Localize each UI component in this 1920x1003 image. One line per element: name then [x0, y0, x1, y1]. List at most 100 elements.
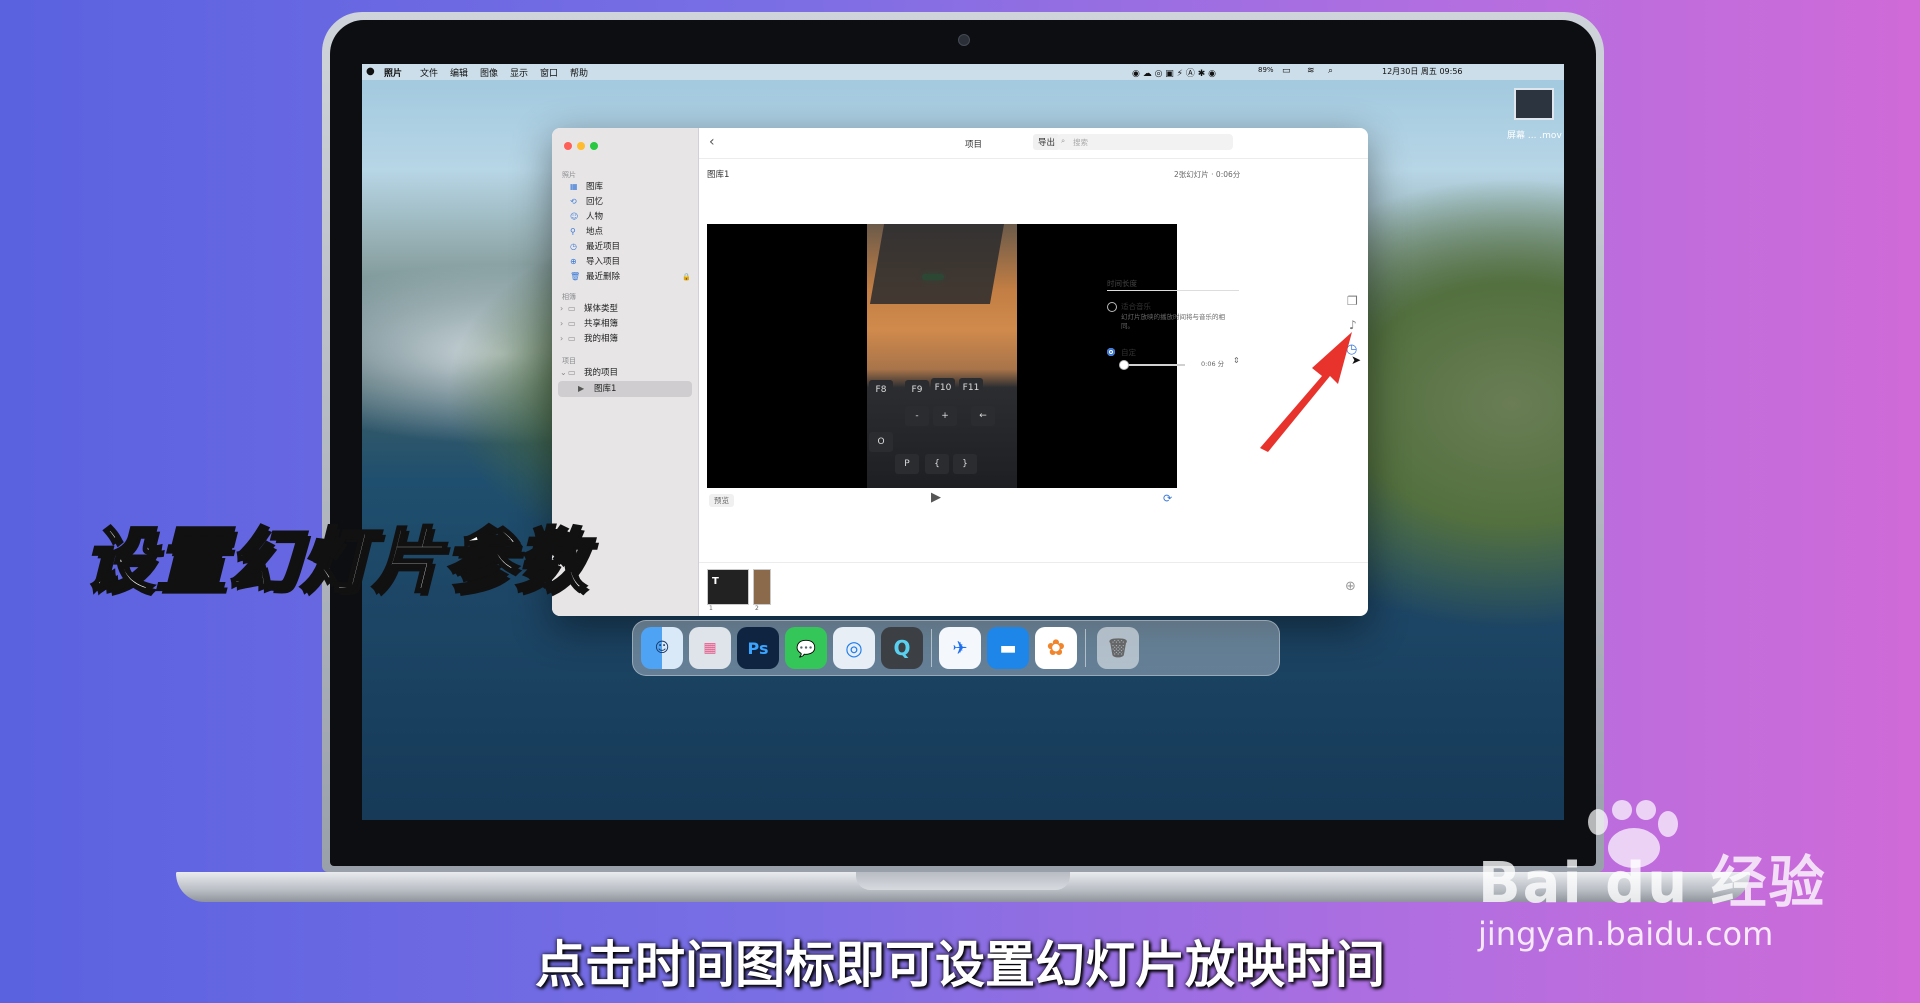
fit-music-description: 幻灯片放映的播放时间将与音乐的相同。 — [1121, 313, 1225, 330]
menu-image[interactable]: 图像 — [480, 66, 498, 79]
slideshow-icon: ▶ — [578, 384, 585, 393]
sidebar-item-media-types[interactable]: › ▭ 媒体类型 — [560, 302, 618, 316]
chevron-down-icon: ⌄ — [560, 368, 567, 377]
import-icon: ⊕ — [570, 257, 577, 266]
preview-button[interactable]: 预览 — [709, 494, 734, 507]
feishu-icon[interactable]: ✈ — [939, 627, 981, 669]
slider-knob[interactable] — [1119, 360, 1129, 370]
chevron-right-icon: › — [560, 334, 564, 343]
slideshow-preview[interactable]: F8 F9 F10 F11 - + ← O P { } — [707, 224, 1177, 488]
chevron-right-icon: › — [560, 304, 564, 313]
sidebar-item-deleted[interactable]: 🗑 最近删除 — [570, 270, 620, 284]
overlay-title: 设置幻灯片参数 — [83, 519, 588, 604]
search-field[interactable]: ⌕ 搜索 — [1057, 134, 1233, 150]
sidebar-item-my-projects[interactable]: ⌄▭ 我的项目 — [560, 366, 618, 380]
device-box — [869, 224, 1005, 304]
memories-icon: ⟲ — [570, 197, 577, 206]
key-f8: F8 — [869, 380, 893, 400]
sidebar-item-shared-albums[interactable]: › ▭ 共享相簿 — [560, 317, 618, 331]
add-slide-icon[interactable]: ⊕ — [1345, 579, 1356, 594]
play-icon[interactable]: ▶ — [931, 490, 941, 505]
photos-window: 照片 ▦ 图库 ⟲ 回忆 ☺ 人物 ⚲ 地点 ◷ 最近项目 ⊕ 导入项目 🗑 最近删除 🔒 相… — [552, 128, 1368, 616]
key-plus: + — [933, 406, 957, 426]
watermark-url: jingyan.baidu.com — [1478, 915, 1774, 953]
back-button[interactable]: ‹ — [709, 134, 715, 150]
people-icon: ☺ — [570, 212, 579, 221]
menu-window[interactable]: 窗口 — [540, 66, 558, 79]
trash-icon[interactable]: 🗑 — [1097, 627, 1139, 669]
zoom-button[interactable] — [590, 142, 598, 150]
folder-icon: ▭ — [568, 304, 576, 313]
fit-music-radio[interactable] — [1107, 302, 1117, 312]
launchpad-icon[interactable]: ▦ — [689, 627, 731, 669]
toolbar: ‹ 项目 导出 ⌕ 搜索 — [699, 128, 1368, 159]
duration-slider[interactable] — [1121, 364, 1185, 366]
custom-radio[interactable] — [1107, 348, 1115, 356]
export-button[interactable]: 导出 — [1033, 134, 1061, 150]
folder-icon: ▭ — [568, 319, 576, 328]
keynote-icon[interactable]: ▬ — [987, 627, 1029, 669]
key-f10: F10 — [931, 378, 955, 398]
safari-icon[interactable]: ◎ — [833, 627, 875, 669]
loop-icon[interactable]: ⟳ — [1163, 492, 1172, 505]
camera — [958, 34, 970, 46]
apple-icon[interactable]: ● — [366, 66, 375, 77]
theme-icon[interactable]: ❐ — [1347, 294, 1358, 308]
sidebar-item-library[interactable]: ▦ 图库 — [570, 180, 603, 194]
thumbnail-1-number: 1 — [709, 605, 713, 612]
menu-edit[interactable]: 编辑 — [450, 66, 468, 79]
sidebar-item-memories[interactable]: ⟲ 回忆 — [570, 195, 603, 209]
key-lbrace: { — [925, 454, 949, 474]
wifi-icon[interactable]: ≋ — [1307, 66, 1315, 76]
desktop-file-thumbnail[interactable] — [1514, 88, 1554, 120]
sidebar-section-albums: 相簿 — [562, 293, 576, 301]
menu-help[interactable]: 帮助 — [570, 66, 588, 79]
key-rbrace: } — [953, 454, 977, 474]
menu-view[interactable]: 显示 — [510, 66, 528, 79]
sidebar-item-my-albums[interactable]: › ▭ 我的相簿 — [560, 332, 618, 346]
folder-icon: ▭ — [568, 368, 576, 377]
photos-app-icon[interactable]: ✿ — [1035, 627, 1077, 669]
thumbnail-1[interactable]: T — [707, 569, 749, 605]
sidebar-item-recents[interactable]: ◷ 最近项目 — [570, 240, 620, 254]
chevron-right-icon: › — [560, 319, 564, 328]
stepper-icon[interactable]: ⇕ — [1233, 356, 1240, 365]
thumbnail-2[interactable] — [753, 569, 771, 605]
lock-icon: 🔒 — [682, 273, 691, 281]
datetime[interactable]: 12月30日 周五 09:56 — [1382, 66, 1463, 77]
dock: ☺ ▦ Ps 💬 ◎ Q ✈ ▬ ✿ 🗑 — [632, 620, 1280, 676]
watermark-brand: Bai du 经验 — [1478, 851, 1827, 916]
search-icon: ⌕ — [1061, 136, 1066, 145]
messages-icon[interactable]: 💬 — [785, 627, 827, 669]
minimize-button[interactable] — [577, 142, 585, 150]
thumbnail-strip: T 1 2 ⊕ — [699, 562, 1368, 616]
search-placeholder: 搜索 — [1073, 138, 1088, 147]
sidebar-item-gallery1[interactable]: ▶ 图库1 — [578, 382, 616, 396]
divider — [1107, 290, 1239, 291]
fit-music-label: 适合音乐 — [1121, 302, 1151, 311]
search-icon[interactable]: ⌕ — [1328, 66, 1333, 76]
key-backspace: ← — [971, 406, 995, 426]
duration-value[interactable]: 0:06 分 — [1201, 358, 1224, 368]
screen: ● 照片 文件 编辑 图像 显示 窗口 帮助 ◉ ☁ ◎ ▣ ⚡ Ⓐ ✱ ◉ 8… — [362, 64, 1564, 820]
sidebar-section-projects: 项目 — [562, 357, 576, 365]
desktop-file-label[interactable]: 屏幕 ... .mov — [1507, 128, 1562, 141]
keyboard-photo: F8 F9 F10 F11 - + ← O P { } — [867, 374, 1017, 488]
key-p: P — [895, 454, 919, 474]
status-icons[interactable]: ◉ ☁ ◎ ▣ ⚡ Ⓐ ✱ ◉ — [1132, 66, 1216, 79]
project-summary: 2张幻灯片 · 0:06分 — [1174, 170, 1241, 179]
menu-file[interactable]: 文件 — [420, 66, 438, 79]
laptop-notch — [856, 872, 1070, 890]
sidebar-item-people[interactable]: ☺ 人物 — [570, 210, 603, 224]
key-o: O — [869, 432, 893, 452]
battery-icon[interactable]: ▭ — [1282, 66, 1291, 76]
quicktime-icon[interactable]: Q — [881, 627, 923, 669]
sidebar-item-places[interactable]: ⚲ 地点 — [570, 225, 603, 239]
finder-icon[interactable]: ☺ — [641, 627, 683, 669]
sidebar-item-imports[interactable]: ⊕ 导入项目 — [570, 255, 620, 269]
menu-photos[interactable]: 照片 — [384, 66, 402, 79]
thumbnail-2-number: 2 — [755, 605, 759, 612]
toolbar-title: 项目 — [965, 140, 983, 150]
close-button[interactable] — [564, 142, 572, 150]
photoshop-icon[interactable]: Ps — [737, 627, 779, 669]
